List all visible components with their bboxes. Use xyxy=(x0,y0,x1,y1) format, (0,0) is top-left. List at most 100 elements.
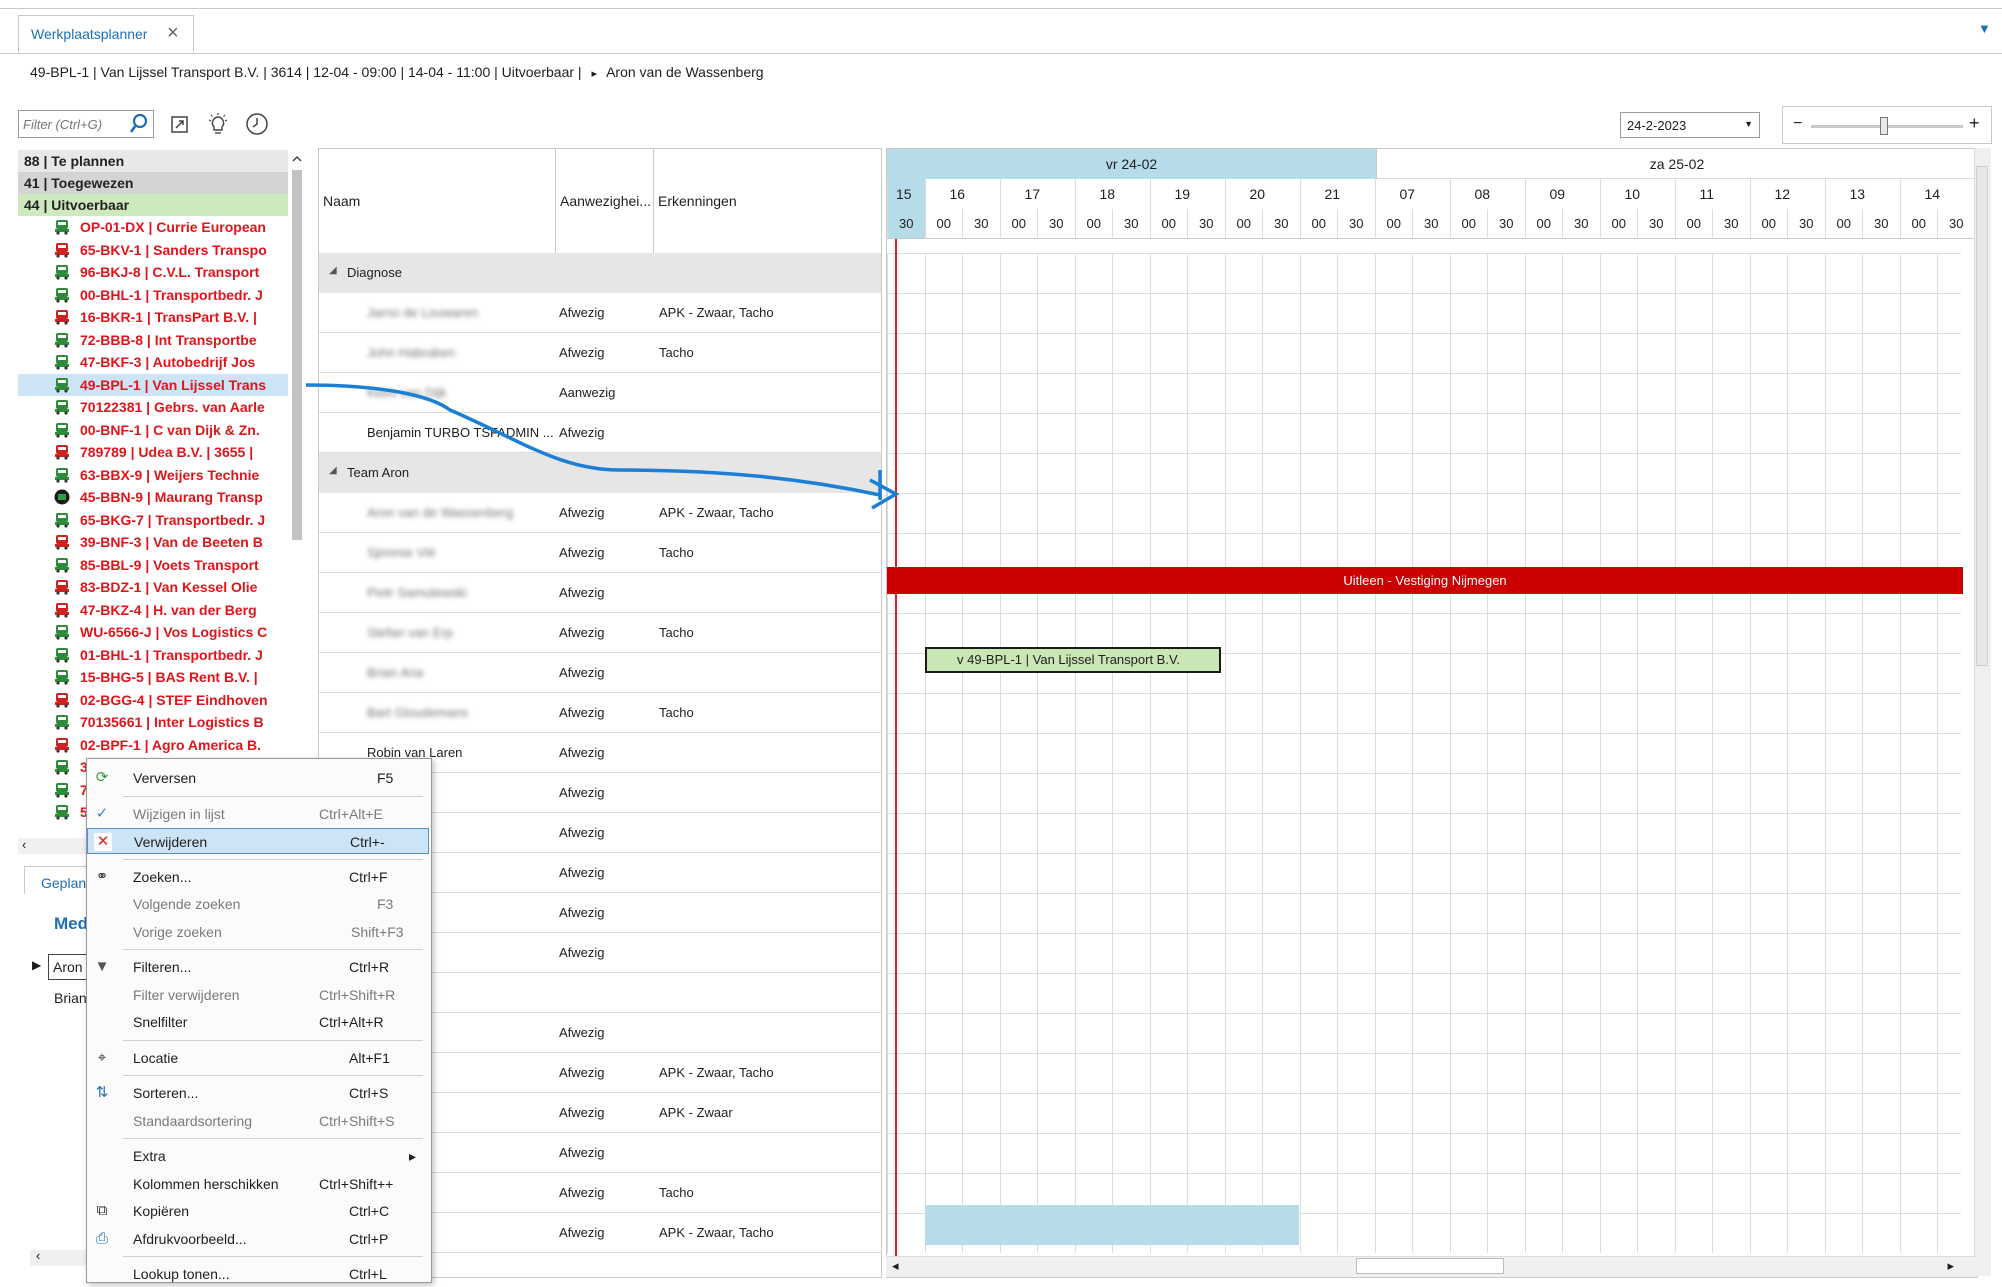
table-row[interactable]: Jarno de Louwaren Afwezig APK - Zwaar, Tac… xyxy=(319,293,881,333)
vehicle-item[interactable]: 00-BHL-1 | Transportbedr. J xyxy=(18,284,288,307)
vehicle-item[interactable]: OP-01-DX | Currie European xyxy=(18,216,288,239)
column-header-naam[interactable]: Naam xyxy=(319,149,556,253)
menu-item[interactable]: ✕ Verwijderen Ctrl+- xyxy=(87,828,429,854)
gantt-horizontal-scrollbar-thumb[interactable] xyxy=(1356,1258,1504,1274)
vehicle-item[interactable]: 65-BKG-7 | Transportbedr. J xyxy=(18,509,288,532)
gantt-grid[interactable] xyxy=(887,253,1961,1253)
vehicle-item[interactable]: 96-BKJ-8 | C.V.L. Transport xyxy=(18,261,288,284)
scroll-left-icon[interactable]: ‹ xyxy=(22,837,26,852)
table-row[interactable]: John Habraken Afwezig Tacho xyxy=(319,333,881,373)
vehicle-tree[interactable]: 88 | Te plannen 41 | Toegewezen 44 | Uit… xyxy=(18,150,288,830)
scroll-left-icon[interactable]: ‹ xyxy=(36,1248,40,1263)
gantt-vertical-scrollbar-thumb[interactable] xyxy=(1976,166,1988,666)
table-row[interactable]: Sjimmie Vlé Afwezig Tacho xyxy=(319,533,881,573)
planned-block[interactable] xyxy=(925,1205,1299,1245)
scroll-left-icon[interactable]: ◂ xyxy=(892,1258,899,1274)
vehicle-item[interactable]: 00-BNF-1 | C van Dijk & Zn. xyxy=(18,419,288,442)
menu-item[interactable]: Extra ▸ xyxy=(87,1143,429,1169)
hour-label: 08 xyxy=(1449,179,1525,209)
minute-label: 00 xyxy=(1824,209,1862,239)
chevron-down-icon[interactable]: ▼ xyxy=(1978,21,1991,36)
table-row[interactable]: Benjamin TURBO TSFADMIN ... Afwezig xyxy=(319,413,881,453)
table-row[interactable]: Piotr Samulewski Afwezig xyxy=(319,573,881,613)
clock-icon[interactable] xyxy=(245,112,269,136)
vehicle-item[interactable]: 83-BDZ-1 | Van Kessel Olie xyxy=(18,576,288,599)
zoom-in-icon[interactable]: + xyxy=(1969,113,1980,134)
vehicle-item[interactable]: 65-BKV-1 | Sanders Transpo xyxy=(18,239,288,262)
grid-vline xyxy=(1487,253,1488,1253)
menu-item[interactable]: Snelfilter Ctrl+Alt+R xyxy=(87,1009,429,1035)
collapse-icon[interactable]: ◢ xyxy=(329,465,337,476)
date-picker[interactable]: 24-2-2023 ▼ xyxy=(1620,112,1760,138)
grid-hline xyxy=(887,893,1961,894)
gantt-chart[interactable]: vr 24-02 za 25-02 Uitleen - Vestiging Ni… xyxy=(886,148,1978,1278)
vehicle-item[interactable]: 47-BKZ-4 | H. van der Berg xyxy=(18,599,288,622)
lightbulb-icon[interactable] xyxy=(206,112,230,136)
minute-label: 00 xyxy=(1224,209,1262,239)
vehicle-item[interactable]: 85-BBL-9 | Voets Transport xyxy=(18,554,288,577)
menu-item[interactable]: ⇅ Sorteren... Ctrl+S xyxy=(87,1080,429,1106)
collapse-icon[interactable]: ◢ xyxy=(329,265,337,276)
group-toegewezen[interactable]: 41 | Toegewezen xyxy=(18,172,288,194)
list-item-brian[interactable]: Brian xyxy=(54,990,87,1006)
table-row[interactable]: Aron van de Wassenberg Afwezig APK - Zwaar… xyxy=(319,493,881,533)
expand-arrow-icon[interactable]: ▶ xyxy=(32,958,41,972)
vehicle-item[interactable]: 45-BBN-9 | Maurang Transp xyxy=(18,486,288,509)
vehicle-item[interactable]: 15-BHG-5 | BAS Rent B.V. | xyxy=(18,666,288,689)
hour-label: 09 xyxy=(1524,179,1600,209)
vehicle-item[interactable]: 16-BKR-1 | TransPart B.V. | xyxy=(18,306,288,329)
vehicle-item[interactable]: WU-6566-J | Vos Logistics C xyxy=(18,621,288,644)
vehicle-item[interactable]: 70122381 | Gebrs. van Aarle xyxy=(18,396,288,419)
vehicle-item[interactable]: 01-BHL-1 | Transportbedr. J xyxy=(18,644,288,667)
vehicle-item[interactable]: 47-BKF-3 | Autobedrijf Jos xyxy=(18,351,288,374)
uitleen-bar[interactable]: Uitleen - Vestiging Nijmegen xyxy=(887,567,1963,594)
group-row[interactable]: ◢ Team Aron xyxy=(319,453,881,493)
group-te-plannen[interactable]: 88 | Te plannen xyxy=(18,150,288,172)
menu-item[interactable]: ⎙ Afdrukvoorbeeld... Ctrl+P xyxy=(87,1226,429,1252)
job-bar[interactable]: v 49-BPL-1 | Van Lijssel Transport B.V. xyxy=(925,647,1221,673)
table-row[interactable]: Bart Gloudemans Afwezig Tacho xyxy=(319,693,881,733)
menu-item[interactable]: ⚭ Zoeken... Ctrl+F xyxy=(87,864,429,890)
vehicle-item[interactable]: 02-BGG-4 | STEF Eindhoven xyxy=(18,689,288,712)
group-row[interactable]: ◢ Diagnose xyxy=(319,253,881,293)
chevron-down-icon[interactable]: ▼ xyxy=(1744,119,1753,129)
menu-item[interactable]: Kolommen herschikken Ctrl+Shift++ xyxy=(87,1171,429,1197)
filter-field[interactable] xyxy=(18,110,154,138)
menu-item[interactable]: ▼ Filteren... Ctrl+R xyxy=(87,954,429,980)
table-row[interactable]: Stefan van Erp Afwezig Tacho xyxy=(319,613,881,653)
employee-certifications: APK - Zwaar xyxy=(659,1105,733,1120)
grid-vline xyxy=(1562,253,1563,1253)
table-row[interactable]: Brian Aria Afwezig xyxy=(319,653,881,693)
vehicle-item[interactable]: 02-BPF-1 | Agro America B. xyxy=(18,734,288,757)
zoom-out-icon[interactable]: − xyxy=(1793,115,1802,133)
vehicle-item[interactable]: 49-BPL-1 | Van Lijssel Trans xyxy=(18,373,288,396)
menu-item[interactable]: ⌖ Locatie Alt+F1 xyxy=(87,1045,429,1071)
column-header-erkenningen[interactable]: Erkenningen xyxy=(654,149,881,253)
info-person[interactable]: Aron van de Wassenberg xyxy=(606,64,763,80)
tab-werkplaatsplanner[interactable]: Werkplaatsplanner × xyxy=(18,15,194,53)
filter-input[interactable] xyxy=(19,111,125,137)
vehicle-item[interactable]: 63-BBX-9 | Weijers Technie xyxy=(18,464,288,487)
zoom-slider-thumb[interactable] xyxy=(1879,117,1888,135)
minute-label: 30 xyxy=(1412,209,1450,239)
scroll-up-icon[interactable] xyxy=(290,153,304,165)
group-uitvoerbaar[interactable]: 44 | Uitvoerbaar xyxy=(18,194,288,216)
vehicle-label: 96-BKJ-8 | C.V.L. Transport xyxy=(80,264,260,280)
vehicle-item[interactable]: 70135661 | Inter Logistics B xyxy=(18,711,288,734)
menu-item[interactable]: Lookup tonen... Ctrl+L xyxy=(87,1261,429,1287)
menu-item[interactable]: ⧉ Kopiëren Ctrl+C xyxy=(87,1198,429,1224)
vehicle-item[interactable]: 39-BNF-3 | Van de Beeten B xyxy=(18,531,288,554)
menu-item[interactable]: ⟳ Verversen F5 xyxy=(87,765,429,791)
vehicle-item[interactable]: 72-BBB-8 | Int Transportbe xyxy=(18,329,288,352)
export-icon[interactable] xyxy=(168,112,192,136)
search-icon[interactable] xyxy=(129,113,149,135)
grid-vline xyxy=(1112,253,1113,1253)
table-row[interactable]: Kees van Dijk Aanwezig xyxy=(319,373,881,413)
menu-item-shortcut: Ctrl+P xyxy=(349,1230,389,1247)
vehicle-item[interactable]: 789789 | Udea B.V. | 3655 | xyxy=(18,441,288,464)
employee-status: Afwezig xyxy=(559,1065,605,1080)
tree-scrollbar-thumb[interactable] xyxy=(292,170,302,540)
scroll-right-icon[interactable]: ▸ xyxy=(1947,1258,1954,1274)
column-header-aanwezigheid[interactable]: Aanwezighei... xyxy=(556,149,654,253)
close-icon[interactable]: × xyxy=(167,22,179,45)
